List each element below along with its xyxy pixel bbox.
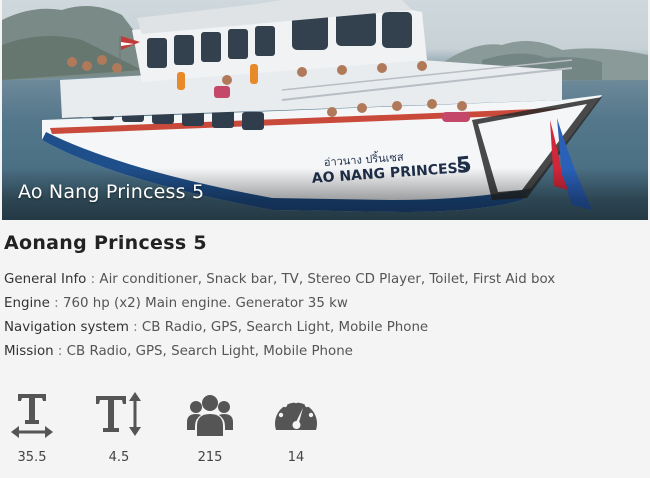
stat-speed-value: 14	[287, 450, 305, 465]
boat-title[interactable]: Aonang Princess 5	[4, 232, 207, 254]
length-icon	[11, 394, 53, 438]
spec-general-info: General Info : Air conditioner, Snack ba…	[4, 272, 556, 287]
boat-specs: General Info : Air conditioner, Snack ba…	[4, 268, 555, 364]
height-icon	[96, 392, 141, 436]
stat-height-value: 4.5	[108, 450, 130, 465]
boat-card: AO NANG PRINCESS อ่าวนาง ปริ้นเซส 5 Ao N…	[0, 0, 650, 478]
speed-icon	[275, 398, 317, 430]
spec-value: CB Radio, GPS, Search Light, Mobile Phon…	[66, 344, 353, 359]
spec-value: CB Radio, GPS, Search Light, Mobile Phon…	[141, 320, 429, 335]
spec-value: Air conditioner, Snack bar, TV, Stereo C…	[99, 272, 556, 287]
spec-label: General Info	[4, 272, 87, 287]
spec-label: Mission	[4, 344, 54, 359]
spec-value: 760 hp (x2) Main engine. Generator 35 kw	[62, 296, 348, 311]
stat-length: 35.5	[0, 390, 64, 465]
spec-label: Engine	[4, 296, 50, 311]
stat-passengers: 215	[178, 390, 242, 465]
photo-caption: Ao Nang Princess 5	[18, 181, 205, 203]
spec-engine: Engine : 760 hp (x2) Main engine. Genera…	[4, 296, 348, 311]
stat-height: 4.5	[87, 390, 151, 465]
spec-label: Navigation system	[4, 320, 129, 335]
boat-stats: 35.5 4.5 215 14	[0, 390, 650, 478]
stat-passengers-value: 215	[197, 450, 223, 465]
spec-navigation-system: Navigation system : CB Radio, GPS, Searc…	[4, 320, 429, 335]
stat-speed: 14	[264, 390, 328, 465]
spec-mission: Mission : CB Radio, GPS, Search Light, M…	[4, 344, 353, 359]
stat-length-value: 35.5	[17, 450, 47, 465]
passengers-icon	[187, 395, 233, 436]
